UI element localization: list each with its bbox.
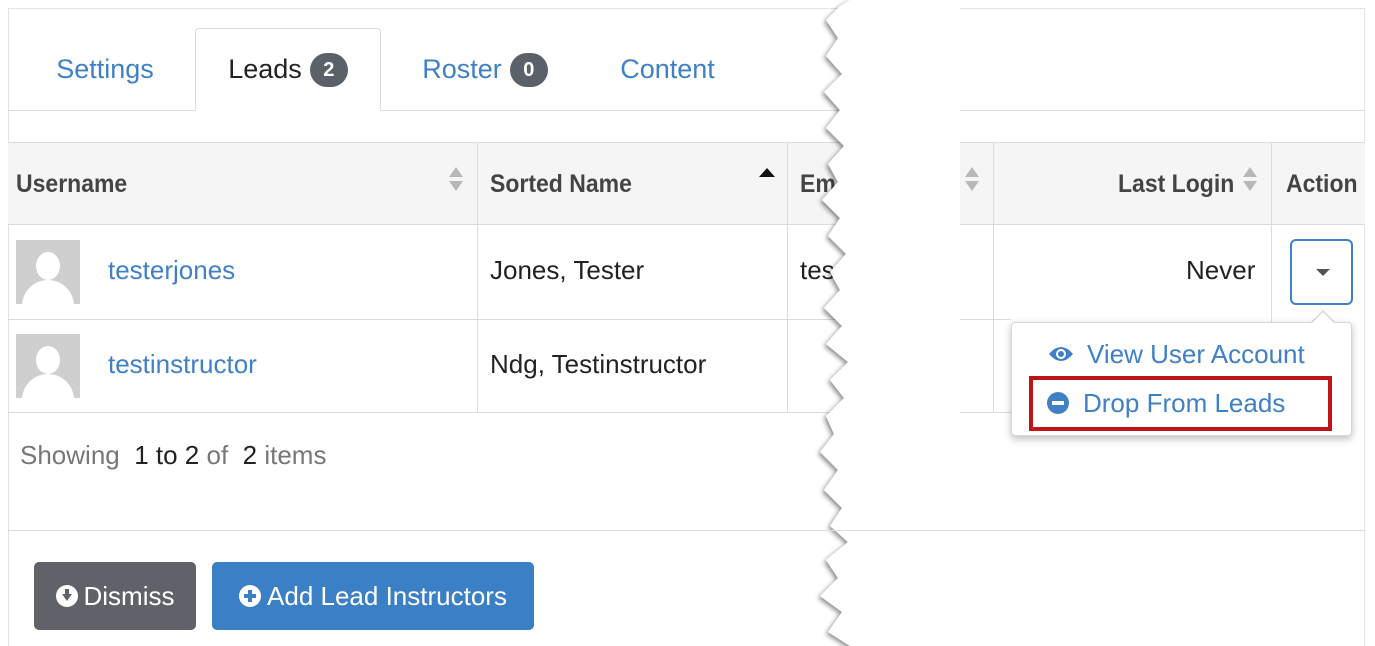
sort-icon-last-login[interactable] (1243, 167, 1257, 193)
menu-pointer-inner (1312, 312, 1334, 323)
menu-item-view-user-account[interactable]: View User Account (1035, 334, 1305, 374)
footer-divider (8, 530, 1365, 531)
sort-icon-username[interactable] (449, 167, 463, 193)
range-value: 1 to 2 (134, 440, 200, 470)
action-dropdown-button[interactable] (1290, 239, 1353, 305)
avatar (16, 334, 80, 398)
column-divider (787, 143, 788, 412)
action-header-label: Action (1286, 169, 1358, 198)
tab-roster-label: Roster (422, 54, 502, 84)
username-link-testinstructor[interactable]: testinstructor (108, 349, 257, 380)
column-header-username[interactable]: Username (16, 143, 127, 225)
sort-icon-email[interactable] (965, 167, 979, 193)
view-user-account-label: View User Account (1087, 338, 1305, 369)
username-link-testerjones[interactable]: testerjones (108, 255, 235, 286)
sorted-name-cell: Ndg, Testinstructor (490, 349, 707, 379)
tab-leads[interactable]: Leads 2 (195, 28, 381, 111)
tab-settings-label: Settings (56, 54, 154, 84)
arrow-circle-down-icon (55, 585, 78, 607)
showing-label: Showing (20, 440, 120, 470)
column-header-action: Action (1286, 143, 1358, 225)
column-header-last-login[interactable]: Last Login (1118, 143, 1234, 225)
sort-ascending-icon[interactable] (759, 168, 775, 177)
last-login-header-label: Last Login (1118, 169, 1235, 198)
sorted-name-cell: Jones, Tester (490, 255, 645, 285)
column-divider (993, 143, 994, 412)
avatar (16, 240, 80, 304)
column-divider (477, 143, 478, 412)
of-label: of (206, 440, 229, 470)
torn-page-divider (820, 0, 960, 646)
plus-circle-icon (239, 585, 262, 607)
tab-content[interactable]: Content (600, 28, 735, 111)
eye-icon (1049, 347, 1073, 361)
pagination-summary: Showing 1 to 2 of 2 items (20, 440, 326, 471)
column-header-sorted-name[interactable]: Sorted Name (490, 143, 632, 225)
sorted-name-header-label: Sorted Name (490, 169, 632, 198)
caret-down-icon (1316, 269, 1330, 276)
tab-leads-label: Leads (228, 54, 302, 84)
tab-settings[interactable]: Settings (30, 28, 180, 111)
highlight-box (1029, 376, 1332, 431)
total-value: 2 (242, 440, 258, 470)
last-login-cell: Never (1186, 255, 1256, 285)
leads-count-badge: 2 (309, 52, 348, 87)
roster-count-badge: 0 (509, 52, 548, 87)
items-label: items (264, 440, 327, 470)
dismiss-button[interactable]: Dismiss (34, 562, 196, 630)
add-lead-instructors-button[interactable]: Add Lead Instructors (212, 562, 534, 630)
dismiss-label: Dismiss (83, 580, 175, 611)
add-lead-label: Add Lead Instructors (267, 580, 507, 611)
username-header-label: Username (16, 169, 128, 198)
tab-roster[interactable]: Roster 0 (405, 28, 565, 111)
column-divider (1271, 143, 1272, 323)
tab-content-label: Content (620, 54, 715, 84)
